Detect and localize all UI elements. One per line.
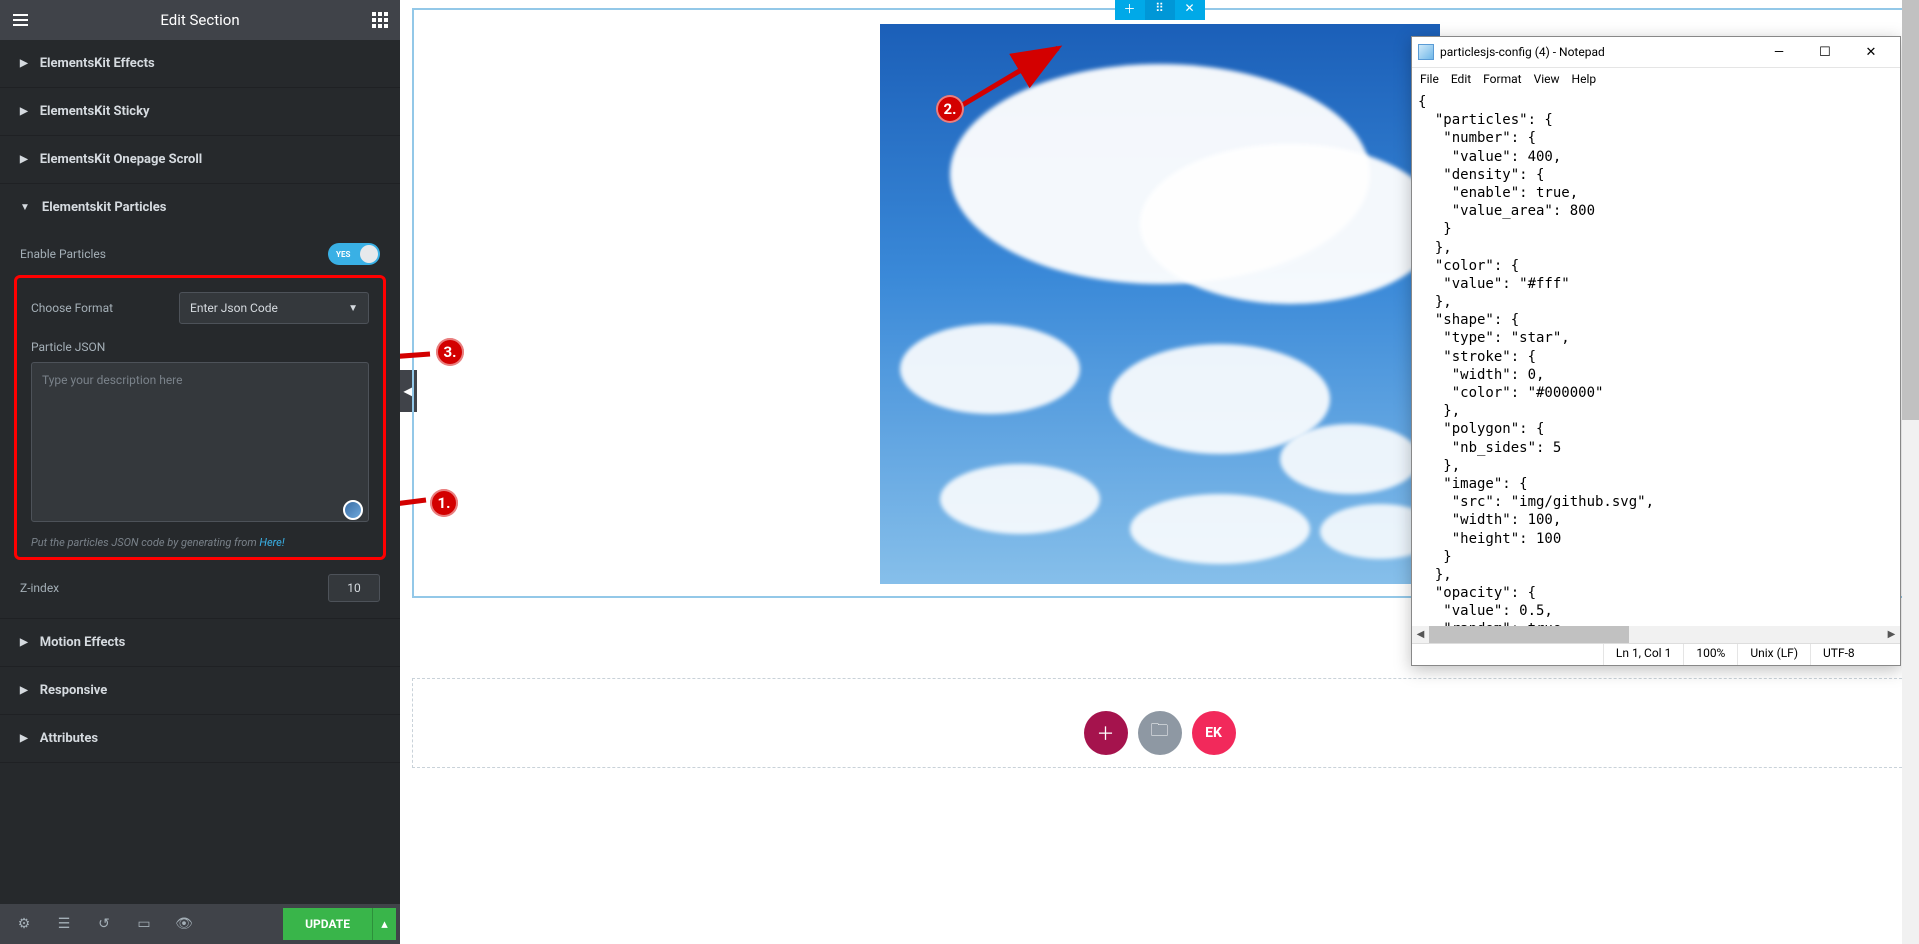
enable-particles-toggle[interactable]: YES — [328, 243, 380, 265]
update-caret-icon[interactable]: ▴ — [372, 908, 396, 940]
annotation-badge-1: 1. — [430, 489, 458, 517]
edit-section-icon[interactable]: ⠿ — [1145, 0, 1175, 20]
caret-right-icon: ▶ — [20, 637, 28, 648]
notepad-menubar: File Edit Format View Help — [1412, 67, 1900, 89]
accordion-label: ElementsKit Sticky — [40, 104, 150, 119]
notepad-titlebar[interactable]: particlesjs-config (4) - Notepad — ☐ ✕ — [1412, 37, 1900, 67]
assistant-avatar-icon[interactable] — [343, 500, 363, 520]
annotation-badge-3: 3. — [436, 338, 464, 366]
particle-json-label: Particle JSON — [31, 340, 369, 354]
accordion-label: Motion Effects — [40, 635, 126, 650]
caret-right-icon: ▶ — [20, 154, 28, 165]
enable-particles-label: Enable Particles — [20, 247, 106, 261]
sidebar-panel: Edit Section ▶ ElementsKit Effects ▶ Eleme… — [0, 0, 400, 944]
select-value: Enter Json Code — [190, 301, 278, 315]
arrow-3-icon — [400, 340, 440, 374]
accordion-label: ElementsKit Effects — [40, 56, 155, 71]
accordion-onepage[interactable]: ▶ ElementsKit Onepage Scroll — [0, 136, 400, 183]
annotation-badge-2: 2. — [936, 95, 964, 123]
helper-text: Put the particles JSON code by generatin… — [31, 536, 369, 549]
accordion-effects[interactable]: ▶ ElementsKit Effects — [0, 40, 400, 87]
menu-icon[interactable] — [0, 14, 40, 26]
status-eol: Unix (LF) — [1737, 644, 1810, 665]
menu-edit[interactable]: Edit — [1451, 72, 1471, 86]
toggle-text: YES — [336, 250, 350, 259]
add-section-icon[interactable]: ＋ — [1115, 0, 1145, 20]
settings-icon[interactable]: ⚙ — [4, 904, 44, 944]
navigator-icon[interactable]: ☰ — [44, 904, 84, 944]
particle-json-input[interactable] — [31, 362, 369, 522]
caret-right-icon: ▶ — [20, 106, 28, 117]
panel-body: ▶ ElementsKit Effects ▶ ElementsKit Sticky… — [0, 40, 400, 904]
scroll-right-icon[interactable]: ▶ — [1883, 626, 1900, 643]
editor-canvas: ◀ ＋ ⠿ ✕ ＋ 🗀 EK 1. 3. 2. — [400, 0, 1919, 944]
accordion-attributes[interactable]: ▶ Attributes — [0, 715, 400, 762]
status-position: Ln 1, Col 1 — [1603, 644, 1683, 665]
caret-right-icon: ▶ — [20, 685, 28, 696]
choose-format-label: Choose Format — [31, 301, 113, 315]
choose-format-select[interactable]: Enter Json Code ▼ — [179, 292, 369, 324]
menu-file[interactable]: File — [1420, 72, 1439, 86]
notepad-h-scrollbar[interactable]: ◀ ▶ — [1412, 626, 1900, 643]
accordion-label: ElementsKit Onepage Scroll — [40, 152, 203, 167]
section-handle[interactable]: ＋ ⠿ ✕ — [1115, 0, 1205, 20]
widgets-icon[interactable] — [360, 12, 400, 28]
highlighted-controls: Choose Format Enter Json Code ▼ Particle … — [14, 275, 386, 560]
elementskit-icon[interactable]: EK — [1192, 711, 1236, 755]
add-section-placeholder[interactable]: ＋ 🗀 EK — [412, 678, 1907, 768]
menu-help[interactable]: Help — [1572, 72, 1597, 86]
caret-right-icon: ▶ — [20, 733, 28, 744]
caret-right-icon: ▶ — [20, 58, 28, 69]
close-section-icon[interactable]: ✕ — [1175, 0, 1205, 20]
accordion-label: Attributes — [40, 731, 98, 746]
maximize-icon[interactable]: ☐ — [1802, 37, 1848, 67]
zindex-input[interactable] — [328, 574, 380, 602]
history-icon[interactable]: ↺ — [84, 904, 124, 944]
status-zoom: 100% — [1683, 644, 1737, 665]
sidebar-header: Edit Section — [0, 0, 400, 40]
sidebar-footer: ⚙ ☰ ↺ ▭ 👁 UPDATE ▴ — [0, 904, 400, 944]
menu-view[interactable]: View — [1534, 72, 1560, 86]
notepad-title: particlesjs-config (4) - Notepad — [1440, 45, 1756, 59]
responsive-icon[interactable]: ▭ — [124, 904, 164, 944]
page-scrollbar[interactable] — [1902, 0, 1919, 944]
accordion-responsive[interactable]: ▶ Responsive — [0, 667, 400, 714]
scroll-left-icon[interactable]: ◀ — [1412, 626, 1429, 643]
status-encoding: UTF-8 — [1810, 644, 1900, 665]
scroll-thumb[interactable] — [1902, 0, 1919, 420]
preview-icon[interactable]: 👁 — [164, 904, 204, 944]
accordion-particles[interactable]: ▼ Elementskit Particles — [0, 184, 400, 231]
close-icon[interactable]: ✕ — [1848, 37, 1894, 67]
accordion-label: Elementskit Particles — [42, 200, 167, 215]
menu-format[interactable]: Format — [1483, 72, 1521, 86]
generator-link[interactable]: Here! — [259, 536, 284, 549]
accordion-motion[interactable]: ▶ Motion Effects — [0, 619, 400, 666]
minimize-icon[interactable]: — — [1756, 37, 1802, 67]
accordion-sticky[interactable]: ▶ ElementsKit Sticky — [0, 88, 400, 135]
panel-title: Edit Section — [40, 11, 360, 29]
notepad-window[interactable]: particlesjs-config (4) - Notepad — ☐ ✕ F… — [1411, 36, 1901, 666]
add-widget-icon[interactable]: ＋ — [1084, 711, 1128, 755]
caret-down-icon: ▼ — [20, 202, 30, 213]
accordion-label: Responsive — [40, 683, 108, 698]
notepad-app-icon — [1418, 44, 1434, 60]
update-button[interactable]: UPDATE — [283, 908, 372, 940]
arrow-2-icon — [954, 36, 1074, 120]
scroll-thumb[interactable] — [1429, 626, 1629, 643]
caret-down-icon: ▼ — [348, 303, 358, 314]
toggle-knob-icon — [360, 245, 378, 263]
notepad-content[interactable]: { "particles": { "number": { "value": 40… — [1412, 89, 1900, 626]
notepad-statusbar: Ln 1, Col 1 100% Unix (LF) UTF-8 — [1412, 643, 1900, 665]
particles-content: Enable Particles YES Choose Format Enter… — [0, 231, 400, 602]
zindex-label: Z-index — [20, 581, 59, 595]
template-library-icon[interactable]: 🗀 — [1138, 711, 1182, 755]
